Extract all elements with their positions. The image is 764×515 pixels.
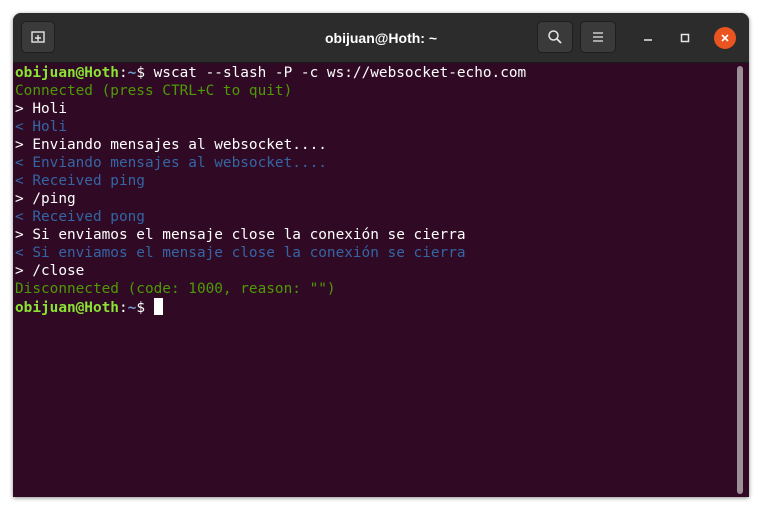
received-pong-line: < Received pong (15, 209, 145, 225)
minimize-button[interactable] (637, 27, 659, 49)
received-message-line: < Holi (15, 119, 67, 135)
search-button[interactable] (537, 21, 573, 53)
command-text: wscat --slash -P -c ws://websocket-echo.… (153, 65, 527, 81)
received-message-line: < Si enviamos el mensaje close la conexi… (15, 245, 466, 261)
sent-command-line: > /close (15, 263, 85, 279)
scrollbar[interactable] (737, 66, 743, 494)
received-message-line: < Enviando mensajes al websocket.... (15, 155, 327, 171)
received-ping-line: < Received ping (15, 173, 145, 189)
prompt-path: ~ (127, 300, 137, 316)
prompt-path: ~ (127, 65, 137, 81)
prompt-symbol: $ (136, 65, 154, 81)
command-line: obijuan@Hoth:~$ wscat --slash -P -c ws:/… (15, 64, 735, 82)
terminal-window: obijuan@Hoth: ~ obijuan@Hoth:~$ wscat --… (13, 13, 749, 497)
prompt-user: obijuan@Hoth (15, 65, 119, 81)
titlebar: obijuan@Hoth: ~ (13, 13, 749, 63)
current-prompt-line[interactable]: obijuan@Hoth:~$ (15, 298, 735, 316)
close-button[interactable] (714, 27, 736, 49)
close-icon (721, 34, 729, 42)
window-title: obijuan@Hoth: ~ (324, 30, 438, 46)
new-tab-button[interactable] (21, 21, 55, 53)
maximize-button[interactable] (674, 27, 696, 49)
prompt-user: obijuan@Hoth (15, 300, 119, 316)
text-cursor (153, 298, 163, 315)
hamburger-menu-icon (593, 32, 603, 42)
menu-button[interactable] (580, 21, 616, 53)
status-disconnected-line: Disconnected (code: 1000, reason: "") (15, 281, 336, 297)
prompt-symbol: $ (136, 300, 154, 316)
sent-message-line: > Holi (15, 101, 67, 117)
prompt-separator: : (118, 65, 128, 81)
search-icon (548, 30, 562, 44)
sent-message-line: > Si enviamos el mensaje close la conexi… (15, 227, 466, 243)
new-tab-icon (31, 31, 45, 43)
prompt-separator: : (118, 300, 128, 316)
terminal-output[interactable]: obijuan@Hoth:~$ wscat --slash -P -c ws:/… (13, 64, 735, 497)
minimize-icon (644, 39, 652, 41)
sent-message-line: > Enviando mensajes al websocket.... (15, 137, 327, 153)
status-connected-line: Connected (press CTRL+C to quit) (15, 83, 293, 99)
sent-command-line: > /ping (15, 191, 76, 207)
maximize-icon (680, 33, 690, 43)
